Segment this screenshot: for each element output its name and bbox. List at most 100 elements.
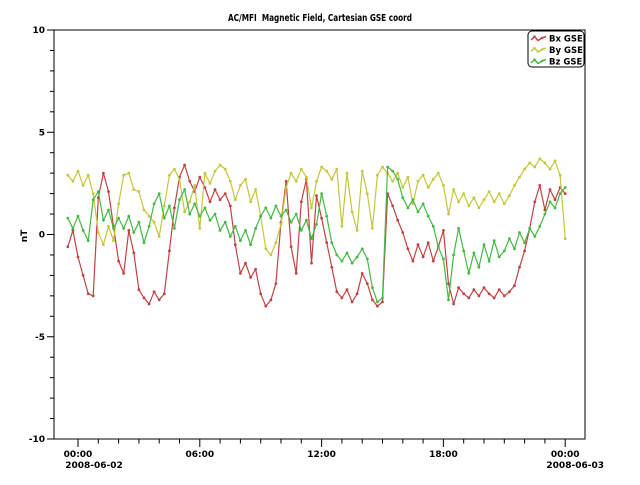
data-point-marker	[503, 202, 506, 205]
data-point-marker	[401, 196, 404, 199]
data-point-marker	[275, 241, 278, 244]
data-point-marker	[259, 215, 262, 218]
data-point-marker	[407, 176, 410, 179]
data-point-marker	[310, 207, 313, 210]
data-point-marker	[275, 282, 278, 285]
data-point-marker	[508, 237, 511, 240]
y-tick-label: 5	[39, 128, 45, 138]
data-point-marker	[483, 286, 486, 289]
data-point-marker	[92, 295, 95, 298]
data-point-marker	[559, 192, 562, 195]
data-point-marker	[285, 180, 288, 183]
data-point-marker	[143, 297, 146, 300]
data-point-marker	[254, 268, 257, 271]
data-point-marker	[513, 284, 516, 287]
data-point-marker	[518, 231, 521, 234]
data-point-marker	[132, 231, 135, 234]
x-tick-time-label: 06:00	[185, 450, 214, 460]
data-point-marker	[437, 172, 440, 175]
data-point-marker	[412, 260, 415, 263]
data-point-marker	[173, 207, 176, 210]
data-point-marker	[127, 229, 130, 232]
data-point-marker	[330, 178, 333, 181]
data-point-marker	[229, 205, 232, 208]
data-point-marker	[533, 235, 536, 238]
data-point-marker	[148, 215, 151, 218]
data-point-marker	[442, 184, 445, 187]
data-point-marker	[544, 162, 547, 165]
x-tick-date-label: 2008-06-02	[65, 461, 123, 471]
data-point-marker	[366, 258, 369, 261]
data-point-marker	[168, 250, 171, 253]
data-point-marker	[178, 198, 181, 201]
data-point-marker	[325, 241, 328, 244]
data-point-marker	[224, 221, 227, 224]
data-point-marker	[173, 227, 176, 230]
data-point-marker	[244, 229, 247, 232]
data-point-marker	[315, 223, 318, 226]
data-point-marker	[422, 174, 425, 177]
data-point-marker	[513, 247, 516, 250]
data-point-marker	[122, 174, 125, 177]
data-point-marker	[483, 198, 486, 201]
data-point-marker	[376, 174, 379, 177]
legend: Bx GSEBy GSEBz GSE	[528, 31, 584, 68]
data-point-marker	[452, 188, 455, 191]
data-point-marker	[143, 241, 146, 244]
data-point-marker	[178, 178, 181, 181]
data-point-marker	[427, 186, 430, 189]
data-point-marker	[158, 192, 161, 195]
data-point-marker	[315, 180, 318, 183]
data-point-marker	[538, 184, 541, 187]
data-point-marker	[127, 215, 130, 218]
legend-marker-icon	[541, 48, 543, 50]
data-point-marker	[158, 235, 161, 238]
data-point-marker	[249, 200, 252, 203]
data-point-marker	[467, 297, 470, 300]
data-point-marker	[209, 219, 212, 222]
data-point-marker	[87, 292, 90, 295]
data-point-marker	[447, 299, 450, 302]
data-point-marker	[396, 172, 399, 175]
data-point-marker	[117, 260, 120, 263]
data-point-marker	[122, 227, 125, 230]
data-point-marker	[198, 176, 201, 179]
data-point-marker	[381, 166, 384, 169]
data-point-marker	[559, 174, 562, 177]
data-point-marker	[138, 221, 141, 224]
data-point-marker	[427, 241, 430, 244]
data-point-marker	[457, 227, 460, 230]
data-point-marker	[72, 227, 75, 230]
data-point-marker	[523, 168, 526, 171]
data-point-marker	[107, 225, 110, 228]
data-point-marker	[473, 196, 476, 199]
data-point-marker	[356, 292, 359, 295]
data-point-marker	[341, 225, 344, 228]
x-tick-time-label: 00:00	[551, 450, 580, 460]
data-point-marker	[533, 200, 536, 203]
data-point-marker	[473, 288, 476, 291]
data-point-marker	[117, 202, 120, 205]
data-point-marker	[356, 229, 359, 232]
data-point-marker	[87, 174, 90, 177]
data-point-marker	[442, 229, 445, 232]
data-point-marker	[330, 241, 333, 244]
data-point-marker	[473, 252, 476, 255]
x-tick-date-label: 2008-06-03	[546, 461, 604, 471]
data-point-marker	[77, 256, 80, 259]
data-point-marker	[102, 243, 105, 246]
data-point-marker	[325, 215, 328, 218]
data-point-marker	[371, 227, 374, 230]
legend-marker-icon	[533, 35, 535, 37]
data-point-marker	[351, 301, 354, 304]
data-point-marker	[346, 172, 349, 175]
data-point-marker	[97, 231, 100, 234]
data-point-marker	[427, 215, 430, 218]
data-point-marker	[376, 301, 379, 304]
data-point-marker	[371, 286, 374, 289]
data-point-marker	[259, 292, 262, 295]
data-point-marker	[264, 305, 267, 308]
data-point-marker	[143, 209, 146, 212]
data-point-marker	[254, 188, 257, 191]
series-by-gse	[66, 157, 566, 256]
